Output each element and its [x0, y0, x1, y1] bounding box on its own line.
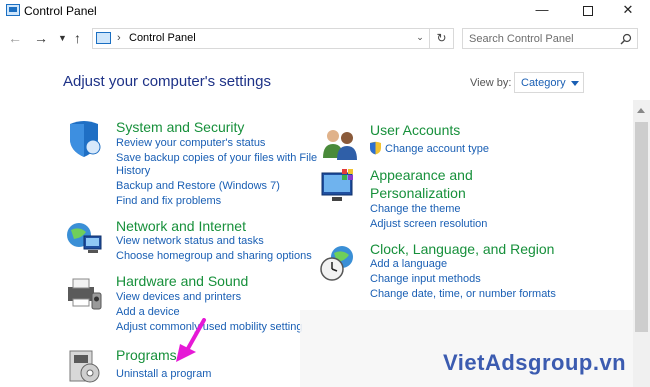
refresh-button[interactable]: ↻: [429, 29, 453, 48]
breadcrumb-chevron-icon[interactable]: ›: [117, 32, 121, 44]
address-bar[interactable]: › Control Panel ⌄ ↻: [92, 28, 454, 49]
view-by-value: Category: [521, 77, 566, 89]
programs-title[interactable]: Programs: [116, 347, 177, 363]
minimize-button[interactable]: —: [520, 0, 564, 22]
vertical-scrollbar[interactable]: [633, 100, 650, 387]
breadcrumb-control-panel[interactable]: Control Panel: [129, 32, 196, 44]
address-dropdown-icon[interactable]: ⌄: [413, 32, 427, 43]
shield-icon: [70, 121, 101, 157]
network-internet-title[interactable]: Network and Internet: [116, 218, 246, 234]
network-link-status[interactable]: View network status and tasks: [116, 235, 264, 247]
appearance-link-change-theme[interactable]: Change the theme: [370, 203, 461, 215]
annotation-arrow-icon: [176, 318, 206, 362]
users-icon: [323, 130, 357, 160]
appearance-monitor-icon: [321, 169, 353, 201]
view-by-dropdown[interactable]: Category: [514, 72, 584, 93]
appearance-title[interactable]: Appearance and: [370, 167, 473, 183]
search-icon[interactable]: [620, 33, 632, 45]
search-input[interactable]: Search Control Panel: [462, 28, 638, 49]
hardware-link-devices-printers[interactable]: View devices and printers: [116, 291, 241, 303]
forward-button[interactable]: →: [34, 30, 48, 46]
printer-icon: [68, 278, 102, 310]
programs-link-uninstall[interactable]: Uninstall a program: [116, 368, 211, 380]
recent-locations-button[interactable]: ▼: [58, 33, 67, 43]
network-link-homegroup[interactable]: Choose homegroup and sharing options: [116, 250, 312, 262]
control-panel-icon: [6, 4, 20, 16]
navigation-bar: ← → ▼ ↑ › Control Panel ⌄ ↻ Search Contr…: [0, 26, 650, 52]
system-link-fix-problems[interactable]: Find and fix problems: [116, 195, 221, 207]
hardware-sound-title[interactable]: Hardware and Sound: [116, 273, 248, 289]
title-bar: Control Panel — ✕: [0, 0, 650, 22]
appearance-title-line2[interactable]: Personalization: [370, 185, 466, 201]
users-link-change-account-type[interactable]: Change account type: [385, 143, 489, 155]
system-security-title[interactable]: System and Security: [116, 119, 244, 135]
hardware-link-add-device[interactable]: Add a device: [116, 306, 180, 318]
appearance-link-screen-resolution[interactable]: Adjust screen resolution: [370, 218, 487, 230]
chevron-down-icon: [570, 80, 579, 86]
scroll-up-arrow-icon[interactable]: [637, 108, 645, 113]
window-title: Control Panel: [24, 4, 97, 18]
system-link-review-status[interactable]: Review your computer's status: [116, 137, 265, 149]
close-button[interactable]: ✕: [606, 0, 650, 22]
clock-link-date-time-formats[interactable]: Change date, time, or number formats: [370, 288, 556, 300]
maximize-icon: [583, 5, 593, 16]
watermark: VietAdsgroup.vn: [443, 350, 627, 375]
control-panel-icon: [96, 32, 111, 44]
network-globe-icon: [67, 223, 102, 253]
clock-globe-icon: [320, 246, 353, 281]
clock-link-input-methods[interactable]: Change input methods: [370, 273, 481, 285]
programs-icon: [69, 350, 100, 383]
clock-link-add-language[interactable]: Add a language: [370, 258, 447, 270]
view-by-label: View by:: [470, 77, 512, 89]
back-button[interactable]: ←: [8, 30, 22, 46]
system-link-file-history[interactable]: Save backup copies of your files with Fi…: [116, 152, 317, 164]
search-placeholder: Search Control Panel: [469, 33, 574, 45]
uac-shield-icon: [370, 141, 381, 155]
user-accounts-title[interactable]: User Accounts: [370, 122, 460, 138]
up-button[interactable]: ↑: [74, 30, 81, 46]
maximize-button[interactable]: [566, 0, 610, 22]
clock-language-region-title[interactable]: Clock, Language, and Region: [370, 241, 554, 257]
page-title: Adjust your computer's settings: [63, 73, 271, 90]
scrollbar-thumb[interactable]: [635, 122, 648, 332]
system-link-file-history-2[interactable]: History: [116, 165, 150, 177]
system-link-backup-restore[interactable]: Backup and Restore (Windows 7): [116, 180, 280, 192]
